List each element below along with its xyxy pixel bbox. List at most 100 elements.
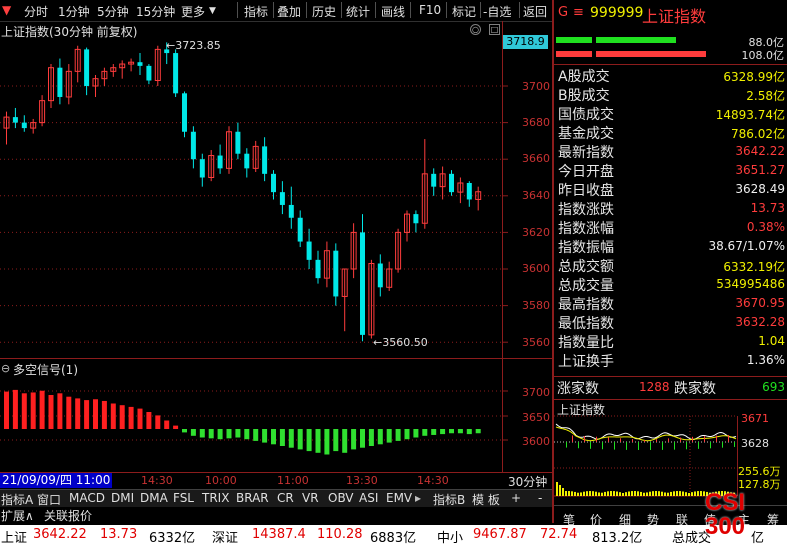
mini-volume-bar <box>643 492 645 496</box>
mini-volume-bar <box>586 491 588 496</box>
tab-asi[interactable]: ASI <box>359 491 378 505</box>
mini-volume-bar <box>688 492 690 496</box>
y-tick: 3660 <box>522 152 550 165</box>
signal-y-tick: 3650 <box>522 411 550 424</box>
mini-volume-bar <box>655 491 657 496</box>
f10-button[interactable]: F10 <box>419 3 441 17</box>
tab-more[interactable]: 更多 <box>181 3 205 20</box>
tab-dmi[interactable]: DMI <box>111 491 134 505</box>
order-bars: 88.0亿 108.0亿 <box>556 35 787 63</box>
status-amount: 6883亿 <box>370 531 417 546</box>
tab-related-quotes[interactable]: 关联报价 <box>44 507 92 524</box>
quote-label: 总成交量 <box>558 278 614 294</box>
tab-dma[interactable]: DMA <box>140 491 168 505</box>
candle-body <box>413 214 419 224</box>
mini-chart[interactable]: 上证指数 3671 3628 255.6万 127.8万 <box>554 400 787 505</box>
time-axis: 21/09/09/四 11:00 14:30 10:00 11:00 13:30… <box>0 472 552 489</box>
divider <box>519 2 520 18</box>
mini-volume-bar <box>613 491 615 496</box>
tab-template[interactable]: 模 板 <box>472 491 500 508</box>
mini-tick-bar <box>668 438 669 442</box>
tab-5min[interactable]: 5分钟 <box>97 3 129 20</box>
tab-15min[interactable]: 15分钟 <box>136 3 175 20</box>
tab-cr[interactable]: CR <box>277 491 294 505</box>
signal-bar <box>386 429 392 443</box>
mini-volume-bar <box>604 491 606 496</box>
signal-panel[interactable]: ⊖ 多空信号(1) 3700 3650 3600 <box>0 358 552 473</box>
tab-timeshare[interactable]: 分时 <box>24 3 48 20</box>
quote-row: 指数涨幅 0.38% <box>555 218 787 237</box>
tab-brar[interactable]: BRAR <box>236 491 269 505</box>
mini-volume-bar <box>589 491 591 496</box>
history-button[interactable]: 历史 <box>312 3 336 20</box>
statistics-button[interactable]: 统计 <box>346 3 370 20</box>
bar-green-2 <box>596 37 676 43</box>
draw-line-button[interactable]: 画线 <box>381 3 405 20</box>
tab-obv[interactable]: OBV <box>328 491 354 505</box>
quote-label: 指数振幅 <box>558 240 614 256</box>
tab-trix[interactable]: TRIX <box>202 491 229 505</box>
signal-bar <box>39 390 45 429</box>
candle-body <box>12 117 18 123</box>
tab-emv[interactable]: EMV <box>386 491 412 505</box>
mini-avg-line <box>555 426 737 442</box>
tab-indicator-a[interactable]: 指标A <box>1 491 33 508</box>
rise-label: 涨家数 <box>557 381 599 397</box>
indicator-button[interactable]: 指标 <box>244 3 268 20</box>
quote-value: 534995486 <box>716 277 785 291</box>
mark-button[interactable]: 标记 <box>452 3 476 20</box>
tab-1min[interactable]: 1分钟 <box>58 3 90 20</box>
tab-expand[interactable]: 扩展∧ <box>1 507 34 524</box>
mini-volume-bar <box>607 491 609 496</box>
overlay-button[interactable]: 叠加 <box>277 3 301 20</box>
tab-vr[interactable]: VR <box>302 491 319 505</box>
zoom-out-button[interactable]: - <box>538 491 542 505</box>
signal-bar <box>235 429 241 438</box>
time-label: 14:30 <box>141 474 173 487</box>
dropdown-arrow-icon[interactable]: ▼ <box>2 3 11 17</box>
candle-body <box>244 153 250 169</box>
back-button[interactable]: 返回 <box>523 3 547 20</box>
tab-fsl[interactable]: FSL <box>173 491 194 505</box>
signal-bar <box>110 403 116 429</box>
tab-macd[interactable]: MACD <box>69 491 105 505</box>
y-tick: 3680 <box>522 116 550 129</box>
mini-volume-bar <box>625 492 627 496</box>
signal-bar <box>342 429 348 453</box>
signal-bar <box>395 429 401 441</box>
bar2-value: 108.0亿 <box>741 49 785 62</box>
remove-watchlist-button[interactable]: -自选 <box>483 3 511 20</box>
quote-row: 昨日收盘 3628.49 <box>555 180 787 199</box>
mini-price-high: 3671 <box>741 412 769 425</box>
mini-volume-bar <box>649 491 651 496</box>
mini-volume-bar <box>598 492 600 496</box>
triangle-down-icon[interactable]: ▼ <box>209 6 216 16</box>
tab-window[interactable]: 窗口 <box>37 491 61 508</box>
mini-volume-bar <box>670 491 672 496</box>
candle-body <box>297 217 303 242</box>
tab-scroll-icon[interactable]: ▸ <box>415 491 421 505</box>
mini-volume-bar <box>583 491 585 496</box>
quote-value: 2.58亿 <box>746 89 785 103</box>
signal-bar <box>368 429 374 446</box>
divider <box>446 2 447 18</box>
y-tick: 3640 <box>522 189 550 202</box>
status-change: 110.28 <box>317 527 363 542</box>
candle-body <box>360 232 365 335</box>
quote-row: 指数振幅 38.67/1.07% <box>555 237 787 256</box>
mini-tick-bar <box>638 442 639 450</box>
zoom-in-button[interactable]: + <box>511 491 521 505</box>
menu-icon[interactable]: ≡ <box>573 5 584 20</box>
mini-volume-bar <box>616 491 618 496</box>
cursor-date-label: 21/09/09/四 11:00 <box>0 473 113 488</box>
quote-label: 昨日收盘 <box>558 183 614 199</box>
kline-panel[interactable]: 上证指数(30分钟 前复权) ○ □ 3718.9 3700 3680 3660… <box>0 21 552 358</box>
tab-indicator-b[interactable]: 指标B <box>433 491 465 508</box>
quote-value: 786.02亿 <box>731 127 785 141</box>
signal-bar <box>431 429 437 435</box>
mini-volume-bar <box>661 491 663 496</box>
quote-value: 3670.95 <box>735 296 785 310</box>
mini-volume-bar <box>691 492 693 496</box>
mini-volume-bar <box>601 492 603 496</box>
signal-bar <box>182 429 187 433</box>
